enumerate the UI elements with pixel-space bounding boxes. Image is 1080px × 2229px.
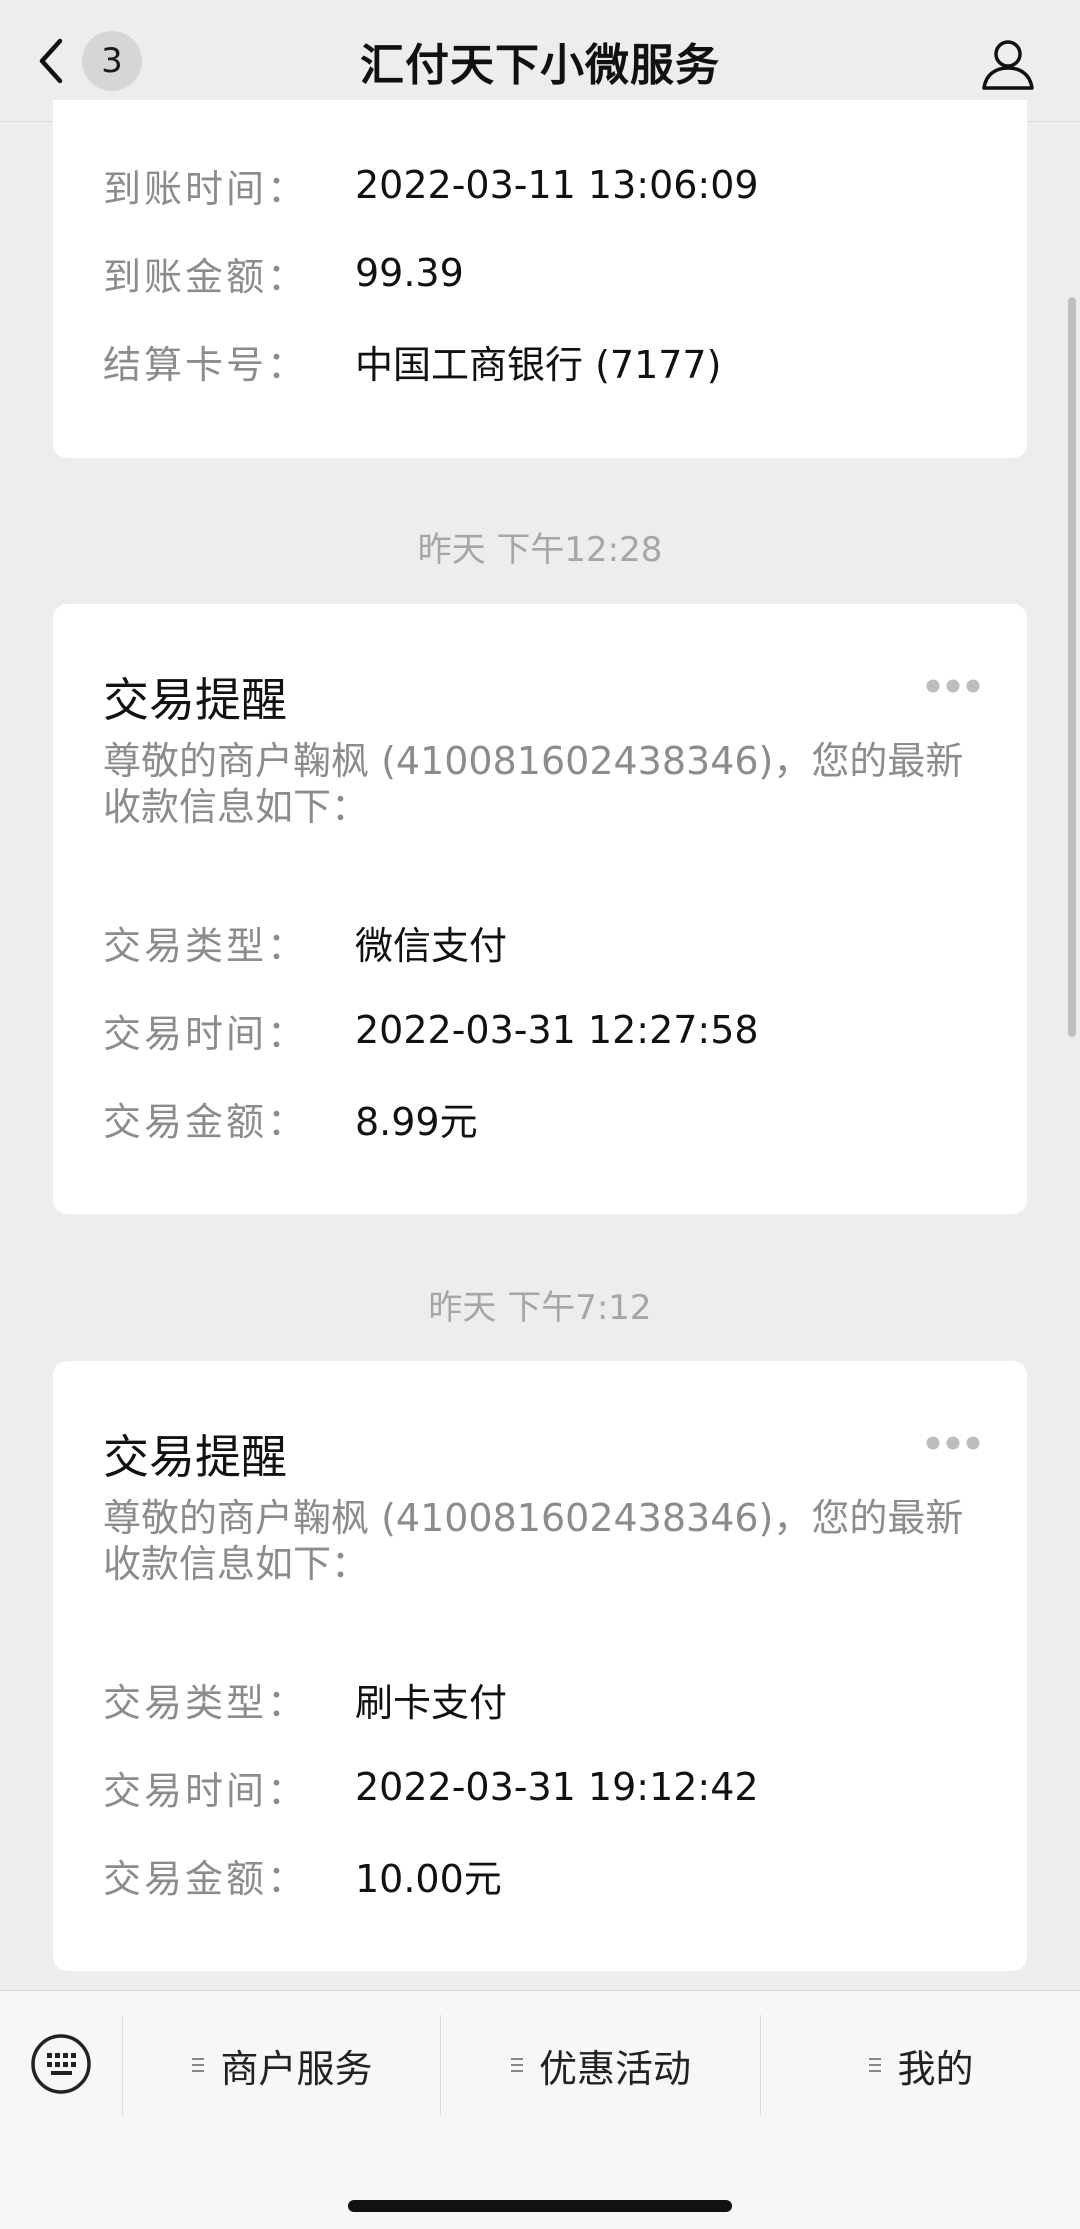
- back-button[interactable]: 3: [34, 30, 142, 92]
- settlement-row: 结算卡号： 中国工商银行 (7177): [103, 331, 987, 391]
- row-value: 2022-03-31 19:12:42: [355, 1765, 759, 1809]
- settlement-row: 到账时间： 2022-03-11 13:06:09: [103, 155, 987, 215]
- row-value: 中国工商银行 (7177): [355, 342, 722, 387]
- message-timestamp: 昨天 下午7:12: [428, 1288, 652, 1328]
- transaction-row: 交易金额： 8.99元: [103, 1088, 987, 1148]
- row-label: 交易金额：: [103, 1856, 309, 1901]
- row-value: 99.39: [355, 251, 464, 295]
- settlement-card[interactable]: 到账时间： 2022-03-11 13:06:09 到账金额： 99.39 结算…: [53, 100, 1027, 458]
- card-description: 尊敬的商户鞠枫 (410081602438346)，您的最新收款信息如下：: [103, 1496, 964, 1586]
- chevron-left-icon: [39, 38, 63, 84]
- unread-count-badge: 3: [82, 31, 142, 91]
- transaction-card[interactable]: 交易提醒 尊敬的商户鞠枫 (410081602438346)，您的最新收款信息如…: [53, 604, 1027, 1214]
- row-value: 刷卡支付: [355, 1680, 508, 1725]
- home-indicator[interactable]: [348, 2200, 732, 2212]
- settlement-row: 到账金额： 99.39: [103, 243, 987, 303]
- row-value: 10.00元: [355, 1856, 502, 1901]
- row-label: 到账金额：: [103, 254, 309, 299]
- page-title: 汇付天下小微服务: [360, 39, 720, 91]
- scrollbar-thumb[interactable]: [1068, 297, 1076, 1037]
- row-label: 结算卡号：: [103, 342, 309, 387]
- transaction-row: 交易类型： 刷卡支付: [103, 1669, 987, 1729]
- ellipsis-icon[interactable]: [925, 678, 981, 694]
- transaction-card[interactable]: 交易提醒 尊敬的商户鞠枫 (410081602438346)，您的最新收款信息如…: [53, 1361, 1027, 1971]
- bottom-menu-bar: 商户服务 优惠活动 我的: [0, 1990, 1080, 2229]
- menu-item-label: 优惠活动: [538, 2046, 691, 2091]
- message-timestamp: 昨天 下午12:28: [417, 530, 663, 570]
- card-title: 交易提醒: [103, 1430, 287, 1484]
- keyboard-icon[interactable]: [30, 2033, 92, 2095]
- card-title: 交易提醒: [103, 673, 287, 727]
- transaction-row: 交易类型： 微信支付: [103, 912, 987, 972]
- transaction-row: 交易时间： 2022-03-31 12:27:58: [103, 1000, 987, 1060]
- row-label: 交易金额：: [103, 1099, 309, 1144]
- menu-item-label: 商户服务: [220, 2046, 373, 2091]
- menu-item-promotions[interactable]: 优惠活动: [441, 2025, 759, 2105]
- row-value: 微信支付: [355, 923, 508, 968]
- row-label: 交易时间：: [103, 1011, 309, 1056]
- row-value: 2022-03-11 13:06:09: [355, 163, 759, 207]
- ellipsis-icon[interactable]: [925, 1435, 981, 1451]
- scrollbar[interactable]: [1068, 122, 1076, 1990]
- card-description: 尊敬的商户鞠枫 (410081602438346)，您的最新收款信息如下：: [103, 739, 964, 829]
- menu-lines-icon: [869, 2058, 882, 2072]
- row-label: 交易时间：: [103, 1768, 309, 1813]
- menu-item-mine[interactable]: 我的: [761, 2025, 1080, 2105]
- chat-page: 3 汇付天下小微服务 到账时间： 2022-03-11 13:06:09 到账金…: [0, 0, 1080, 2229]
- row-label: 交易类型：: [103, 923, 309, 968]
- row-label: 交易类型：: [103, 1680, 309, 1725]
- menu-item-merchant-services[interactable]: 商户服务: [123, 2025, 440, 2105]
- person-icon[interactable]: [980, 36, 1036, 92]
- transaction-row: 交易时间： 2022-03-31 19:12:42: [103, 1757, 987, 1817]
- row-value: 2022-03-31 12:27:58: [355, 1008, 759, 1052]
- row-label: 到账时间：: [103, 166, 309, 211]
- transaction-row: 交易金额： 10.00元: [103, 1845, 987, 1905]
- row-value: 8.99元: [355, 1099, 478, 1144]
- menu-lines-icon: [510, 2058, 523, 2072]
- menu-lines-icon: [192, 2058, 205, 2072]
- menu-item-label: 我的: [897, 2046, 974, 2091]
